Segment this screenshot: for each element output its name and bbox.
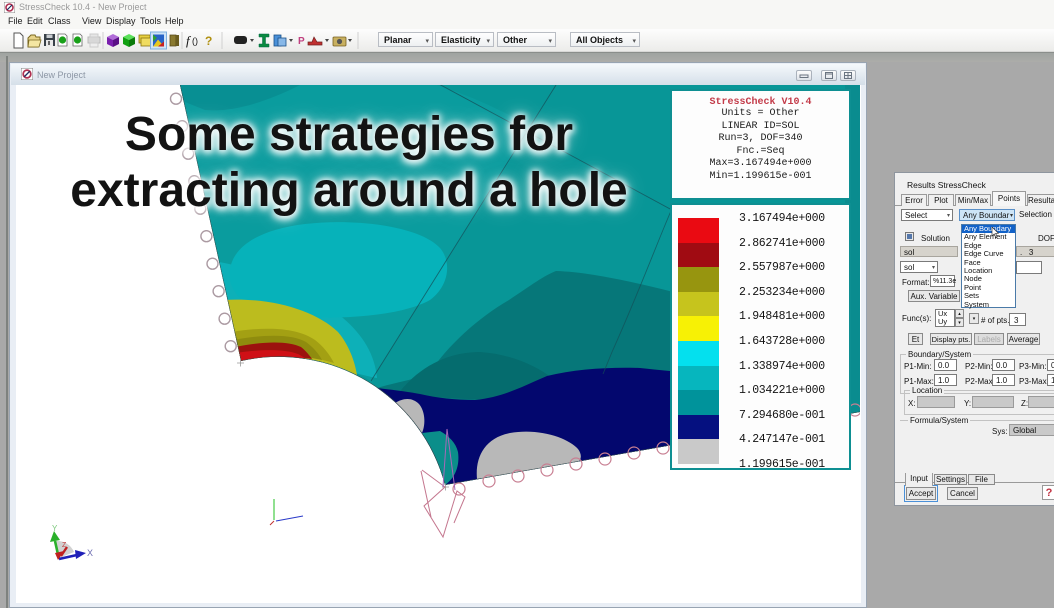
svg-text:Y: Y [52, 524, 58, 533]
svg-text:P: P [298, 36, 305, 47]
svg-text:(): () [192, 36, 198, 46]
svg-text:Z: Z [62, 542, 67, 549]
svg-text:?: ? [205, 34, 212, 48]
svg-text:X: X [87, 548, 93, 558]
